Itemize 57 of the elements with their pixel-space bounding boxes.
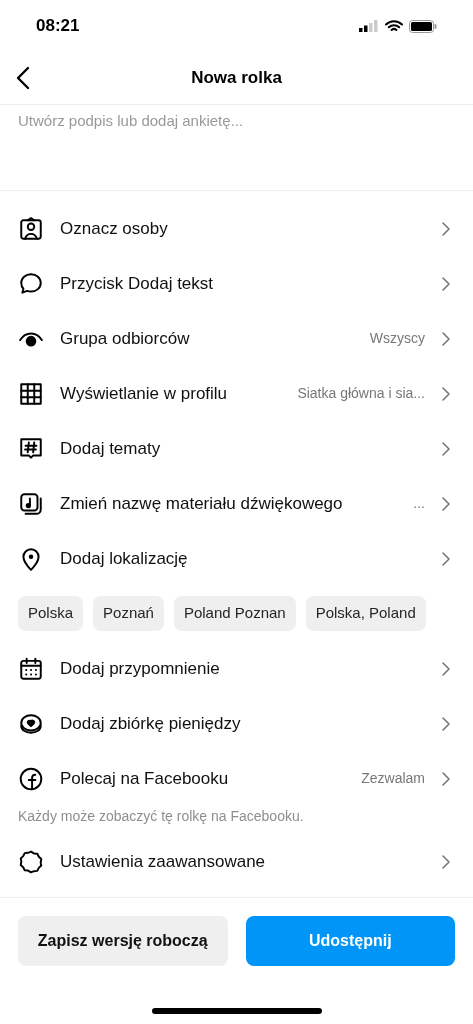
settings-row[interactable]: Grupa odbiorców Wszyscy: [0, 311, 473, 366]
chevron-right-icon: [441, 550, 451, 567]
row-value: Zezwalam: [361, 769, 425, 788]
chevron-right-icon: [441, 495, 451, 512]
chevron-right-icon: [441, 715, 451, 732]
save-draft-button[interactable]: Zapisz wersję roboczą: [18, 916, 228, 966]
chevron-right-icon: [441, 440, 451, 457]
location-chip[interactable]: Poland Poznan: [173, 596, 296, 631]
back-icon: [16, 66, 30, 90]
settings-row[interactable]: Polecaj na Facebooku Zezwalam: [0, 751, 473, 806]
settings-row[interactable]: Ustawienia zaawansowane: [0, 834, 473, 889]
music-note-icon: [18, 490, 44, 517]
settings-row[interactable]: Przycisk Dodaj tekst: [0, 256, 473, 311]
settings-row[interactable]: Wyświetlanie w profilu Siatka główna i sia...: [0, 366, 473, 421]
chevron-right-icon: [441, 660, 451, 677]
page-title: Nowa rolka: [191, 67, 282, 90]
row-label: Dodaj lokalizację: [60, 547, 188, 570]
gear-icon: [18, 848, 44, 875]
row-label: Oznacz osoby: [60, 217, 168, 240]
chevron-right-icon: [441, 385, 451, 402]
row-value: Wszyscy: [369, 329, 425, 348]
caption-field[interactable]: Utwórz podpis lub dodaj ankietę...: [18, 110, 455, 133]
settings-row[interactable]: Dodaj lokalizację: [0, 531, 473, 586]
calendar-icon: [18, 655, 44, 682]
row-value: Siatka główna i sia...: [297, 384, 425, 403]
battery-icon: [409, 19, 437, 33]
location-chip[interactable]: Poznań: [93, 596, 164, 631]
settings-row[interactable]: Dodaj zbiórkę pieniędzy: [0, 696, 473, 751]
chevron-right-icon: [441, 853, 451, 870]
row-label: Dodaj przypomnienie: [60, 657, 220, 680]
location-chip[interactable]: Polska, Poland: [305, 596, 426, 631]
row-label: Grupa odbiorców: [60, 327, 190, 350]
chevron-right-icon: [441, 275, 451, 292]
location-chip[interactable]: Polska: [18, 596, 84, 631]
status-time: 08:21: [36, 15, 80, 38]
row-label: Zmień nazwę materiału dźwiękowego: [60, 492, 343, 515]
speech-bubble-icon: [18, 270, 44, 297]
row-label: Polecaj na Facebooku: [60, 767, 229, 790]
chevron-right-icon: [441, 330, 451, 347]
wifi-icon: [385, 19, 403, 33]
row-label: Dodaj zbiórkę pieniędzy: [60, 712, 241, 735]
chevron-right-icon: [441, 770, 451, 787]
chevron-right-icon: [441, 220, 451, 237]
row-label: Dodaj tematy: [60, 437, 161, 460]
signal-icon: [359, 20, 379, 32]
row-label: Ustawienia zaawansowane: [60, 850, 266, 873]
facebook-icon: [18, 765, 44, 792]
settings-row[interactable]: Dodaj przypomnienie: [0, 641, 473, 696]
facebook-note: Każdy może zobaczyć tę rolkę na Facebooku.: [18, 807, 304, 826]
settings-row[interactable]: Dodaj tematy: [0, 421, 473, 476]
settings-row[interactable]: Zmień nazwę materiału dźwiękowego ...: [0, 476, 473, 531]
row-value: ...: [413, 494, 425, 513]
row-label: Wyświetlanie w profilu: [60, 382, 228, 405]
grid-icon: [18, 380, 44, 407]
row-label: Przycisk Dodaj tekst: [60, 272, 214, 295]
person-tag-icon: [18, 215, 44, 242]
settings-row[interactable]: Oznacz osoby: [0, 201, 473, 256]
